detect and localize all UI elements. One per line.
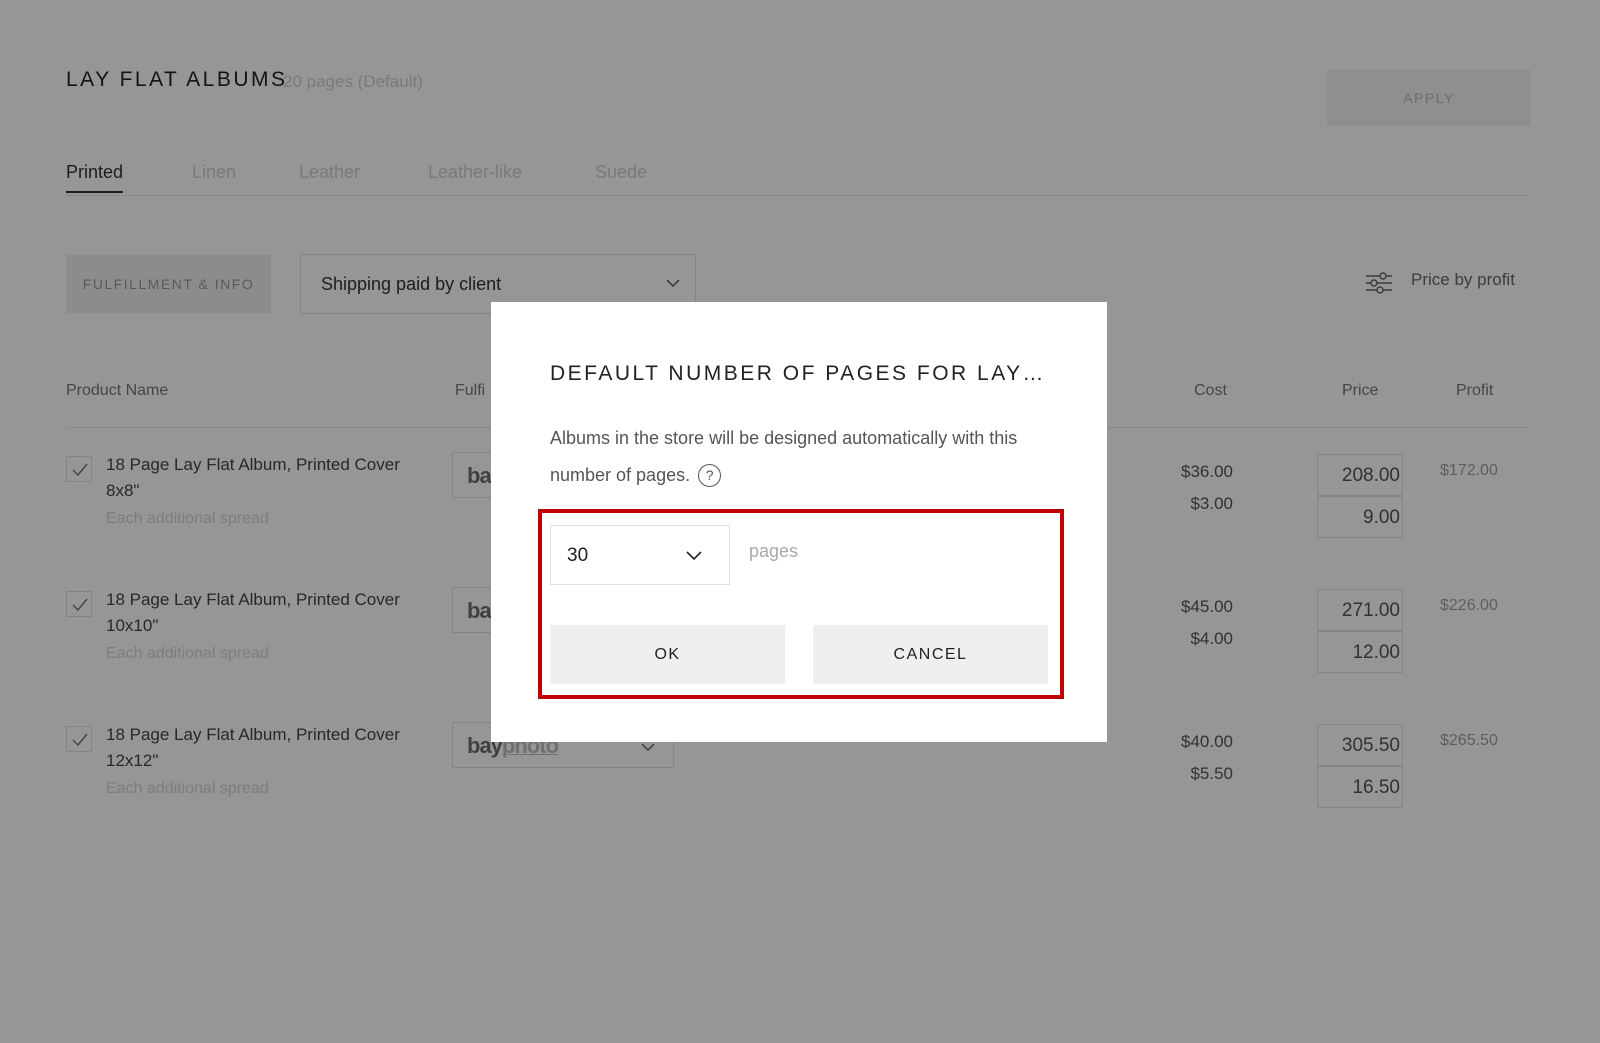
pages-unit-label: pages bbox=[749, 541, 799, 561]
dialog-description-text: Albums in the store will be designed aut… bbox=[550, 428, 1018, 485]
default-pages-dialog: DEFAULT NUMBER OF PAGES FOR LAY FLAT ALB… bbox=[491, 302, 1107, 742]
ok-button[interactable]: OK bbox=[550, 625, 785, 684]
pages-count-select[interactable]: 30 bbox=[550, 525, 730, 585]
chevron-down-icon bbox=[685, 548, 703, 567]
dialog-description: Albums in the store will be designed aut… bbox=[550, 420, 1030, 494]
cancel-button[interactable]: CANCEL bbox=[813, 625, 1048, 684]
pages-count-value: 30 bbox=[567, 545, 589, 566]
dialog-title: DEFAULT NUMBER OF PAGES FOR LAY FLAT ALB… bbox=[550, 362, 1050, 385]
help-icon[interactable]: ? bbox=[698, 464, 722, 487]
